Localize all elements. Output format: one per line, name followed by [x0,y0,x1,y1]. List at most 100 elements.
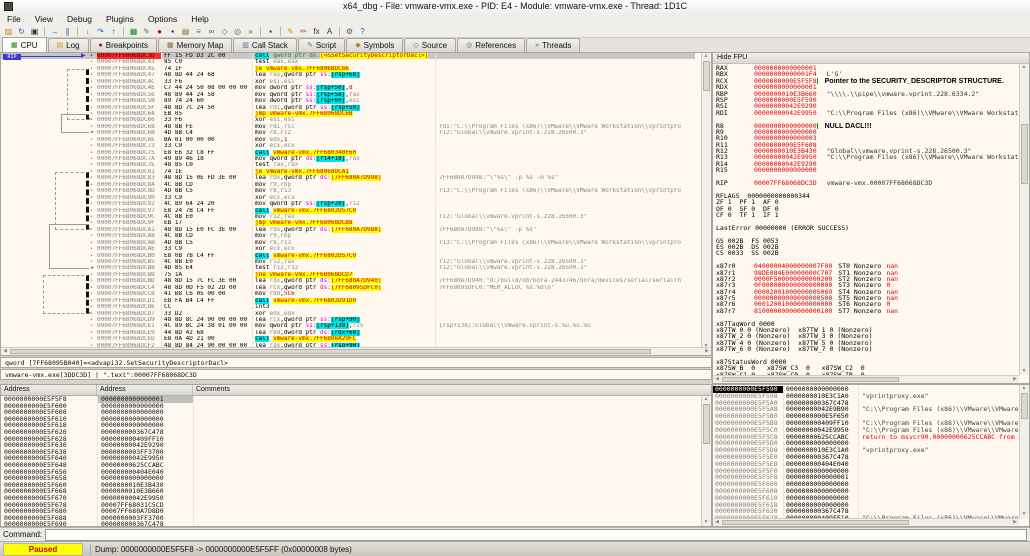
stack-row[interactable]: 0000000000E5F5B8000000000409FF10"C:\\Pro… [713,420,1019,427]
dump-panel: Address Address Comments 0000000000E5F5F… [0,384,712,527]
dump-vscrollbar[interactable]: ▲ ▼ [701,396,711,526]
restart-icon[interactable]: ↻ [15,26,28,37]
stack-row[interactable]: 0000000000E5F5E0000000000367C478 [713,454,1019,461]
stack-value: 00000000042E9B90 [783,406,858,413]
cpu-chip-icon[interactable]: ▦ [127,26,140,37]
stack-vscrollbar[interactable]: ▲ ▼ [1019,385,1029,518]
pause-icon[interactable]: ∥ [61,26,74,37]
step-into-icon[interactable]: ↓ [81,26,94,37]
stack-row[interactable]: 0000000000E5F5E8000000000404E040 [713,461,1019,468]
tab-call-stack[interactable]: ▥Call Stack [233,38,297,52]
tab-references[interactable]: ◎References [457,38,525,52]
menu-item-file[interactable]: File [0,13,28,25]
stack-value: 0000000000000000 [783,502,858,509]
step-over-icon[interactable]: ↷ [94,26,107,37]
stack-value: 000000000404E040 [783,461,858,468]
script-icon[interactable]: ✎ [140,26,153,37]
tab-source[interactable]: ◇Source [404,38,456,52]
stack-row[interactable]: 0000000000E5F5A0000000000367C478 [713,400,1019,407]
threads-icon[interactable]: » [244,26,257,37]
gutter-dot-icon: • [90,291,93,297]
menu-item-debug[interactable]: Debug [60,13,99,25]
command-input[interactable] [45,529,1027,541]
hide-fpu-button[interactable]: Hide FPU [713,53,1029,64]
stack-row[interactable]: 0000000000E5F6100000000000000000 [713,495,1019,502]
tab-breakpoints[interactable]: ●Breakpoints [90,38,157,52]
menu-item-view[interactable]: View [28,13,60,25]
run-icon[interactable]: → [48,26,61,37]
gutter-dot-icon: • [90,85,93,91]
settings-icon[interactable]: ⚙ [343,26,356,37]
register-row[interactable]: RDI00000000042E9950"C:\\Program Files (x… [716,110,1019,116]
menu-item-help[interactable]: Help [184,13,215,25]
tab-symbols[interactable]: ◆Symbols [346,38,403,52]
dump-comment [193,475,701,482]
stop-icon[interactable]: ▣ [28,26,41,37]
stack-row[interactable]: 0000000000E5F5D00000000000000000 [713,440,1019,447]
gutter-dot-icon: • [90,285,93,291]
dump-header-address2: Address [97,385,193,395]
stack-row[interactable]: 0000000000E5F5D80000000010E3C1A0"vprintp… [713,447,1019,454]
disassembly-vscrollbar[interactable]: ▲ ▼ [701,53,711,350]
stack-row[interactable]: 0000000000E5F5B00000000000E5F650 [713,413,1019,420]
source-icon[interactable]: ◇ [218,26,231,37]
menu-item-options[interactable]: Options [141,13,184,25]
stack-address: 0000000000E5F598 [713,393,783,400]
stack-comment [858,474,1019,481]
menu-item-plugins[interactable]: Plugins [99,13,141,25]
open-file-icon[interactable]: ▨ [2,26,15,37]
tab-threads[interactable]: »Threads [526,38,580,52]
stack-address: 0000000000E5F5A0 [713,400,783,407]
stack-hscrollbar[interactable]: ◀ ▶ [713,518,1019,526]
fx-icon[interactable]: fx [310,26,323,37]
register-name: x87r5 [716,295,754,301]
gutter-dot-icon: • [90,227,93,233]
registers-hscrollbar[interactable]: ◀ ▶ [713,375,1019,383]
stack-row[interactable]: 0000000000E5F5C800000000625CCABCreturn t… [713,434,1019,441]
dump-row[interactable]: 0000000000E5F690000000000367C478 [1,521,701,526]
register-comment: "C:\\Program Files (x86)\\VMware\\VMware… [827,154,1019,160]
stack-row[interactable]: 0000000000E5F5980000000010E3C1A0"vprintp… [713,393,1019,400]
tab-memory-map[interactable]: ▦Memory Map [158,38,232,52]
tab-cpu[interactable]: ▦CPU [2,37,47,52]
stack-row[interactable]: 0000000000E5F5900000000000000000 [713,386,1019,393]
stack-row[interactable]: 0000000000E5F5C000000000042E9950"C:\\Pro… [713,427,1019,434]
stack-row[interactable]: 0000000000E5F5A800000000042E9B90"C:\\Pro… [713,406,1019,413]
gutter-dot-icon: • [90,304,93,310]
stack-row[interactable]: 0000000000E5F6180000000000000000 [713,502,1019,509]
disassembly-rows: •00007FF68068DC3DFF 15 FD D3 2C 00call q… [1,53,695,350]
tab-label: Script [316,39,336,52]
register-name: R11 [716,142,754,148]
comment-icon[interactable]: ✎ [284,26,297,37]
app-icon [4,2,13,11]
stack-row[interactable]: 0000000000E5F620000000000367C478 [713,508,1019,515]
tab-label: Log [66,39,79,52]
highlight-icon[interactable]: ✏ [297,26,310,37]
stack-row[interactable]: 0000000000E5F5F80000000000000001 [713,474,1019,481]
memory-map-icon[interactable]: ▤ [179,26,192,37]
tab-script[interactable]: ✎Script [298,38,345,52]
stack-value: 000000000367C478 [783,508,858,515]
stack-address: 0000000000E5F5C0 [713,427,783,434]
operand-info-line: qword [7FF68095B040]=<advapi32.SetSecuri… [0,357,712,368]
step-out-icon[interactable]: ↑ [107,26,120,37]
stack-address: 0000000000E5F5E8 [713,461,783,468]
breakpoint-dot-icon[interactable]: ● [153,26,166,37]
help-icon[interactable]: ? [356,26,369,37]
console-icon[interactable]: ▪ [166,26,179,37]
seh-chain-icon[interactable]: ∞ [205,26,218,37]
command-label: Command: [3,530,42,539]
call-stack-icon[interactable]: ≡ [192,26,205,37]
font-icon[interactable]: A [323,26,336,37]
stack-address: 0000000000E5F5C8 [713,434,783,441]
stack-row[interactable]: 0000000000E5F5F00000000000000000 [713,468,1019,475]
register-name: x87r2 [716,276,754,282]
stack-row[interactable]: 0000000000E5F6000000000000000000 [713,481,1019,488]
patch-icon[interactable]: ▪ [264,26,277,37]
stack-rows: 0000000000E5F590000000000000000000000000… [713,386,1019,518]
stack-row[interactable]: 0000000000E5F6080000000000000000 [713,488,1019,495]
disassembly-hscrollbar[interactable]: ◀ ▶ [1,347,711,355]
references-icon[interactable]: ◎ [231,26,244,37]
registers-vscrollbar[interactable]: ▲ ▼ [1019,64,1029,375]
tab-log[interactable]: ▤Log [48,38,89,52]
